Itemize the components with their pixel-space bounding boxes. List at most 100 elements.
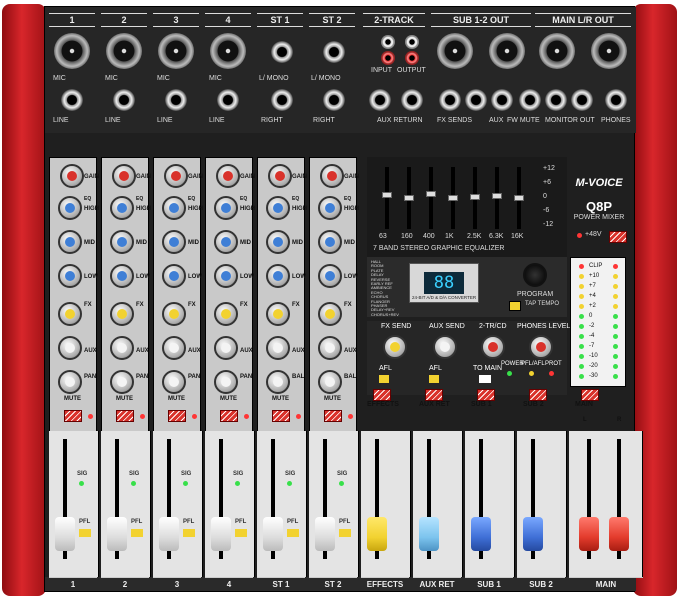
st2-right-jack[interactable] <box>323 89 345 111</box>
eq-mid-knob[interactable] <box>318 230 342 254</box>
channel-fader[interactable] <box>263 517 283 551</box>
eq-low-knob[interactable] <box>110 264 134 288</box>
pfl-button[interactable] <box>183 529 195 537</box>
eq-high-knob[interactable] <box>162 196 186 220</box>
2track-in-r[interactable] <box>381 51 395 65</box>
aux-return-r[interactable] <box>401 89 423 111</box>
geq-slider-2.5K[interactable] <box>470 167 480 229</box>
line-input-3[interactable] <box>165 89 187 111</box>
st1-right-jack[interactable] <box>271 89 293 111</box>
eq-low-knob[interactable] <box>318 264 342 288</box>
line-input-1[interactable] <box>61 89 83 111</box>
eq-high-knob[interactable] <box>214 196 238 220</box>
eq-low-knob[interactable] <box>58 264 82 288</box>
eq-low-knob[interactable] <box>266 264 290 288</box>
main-l-fader[interactable] <box>579 517 599 551</box>
mute-button[interactable] <box>64 410 82 422</box>
aux-knob[interactable] <box>58 336 82 360</box>
eq-high-knob[interactable] <box>58 196 82 220</box>
geq-slider-16K[interactable] <box>514 167 524 229</box>
st1-left-jack[interactable] <box>271 41 293 63</box>
mic-input-4[interactable] <box>210 33 246 69</box>
monitor-out-l[interactable] <box>545 89 567 111</box>
pan-knob[interactable] <box>110 370 134 394</box>
fw-mute-jack[interactable] <box>491 89 513 111</box>
fx-send-knob[interactable] <box>383 335 407 359</box>
geq-slider-cap[interactable] <box>470 193 480 200</box>
sub2-out-xlr[interactable] <box>489 33 525 69</box>
bus-mute-button[interactable] <box>425 389 443 401</box>
fx-knob[interactable] <box>58 302 82 326</box>
gain-knob[interactable] <box>164 164 188 188</box>
geq-slider-cap[interactable] <box>448 195 458 201</box>
monitor-out-r[interactable] <box>571 89 593 111</box>
geq-slider-cap[interactable] <box>514 195 524 201</box>
geq-slider-cap[interactable] <box>404 195 414 201</box>
aux-return-l[interactable] <box>369 89 391 111</box>
aux-afl-button[interactable] <box>429 375 439 383</box>
fx-knob[interactable] <box>162 302 186 326</box>
mic-input-1[interactable] <box>54 33 90 69</box>
channel-fader[interactable] <box>315 517 335 551</box>
aux-knob[interactable] <box>214 336 238 360</box>
pan-knob[interactable] <box>162 370 186 394</box>
aux-send-jack[interactable] <box>465 89 487 111</box>
st2-left-jack[interactable] <box>323 41 345 63</box>
aux-knob[interactable] <box>110 336 134 360</box>
mute-button[interactable] <box>220 410 238 422</box>
2track-in-l[interactable] <box>381 35 395 49</box>
geq-slider-cap[interactable] <box>382 192 392 199</box>
eq-low-knob[interactable] <box>162 264 186 288</box>
gain-knob[interactable] <box>112 164 136 188</box>
channel-fader[interactable] <box>159 517 179 551</box>
eq-mid-knob[interactable] <box>214 230 238 254</box>
pan-knob[interactable] <box>318 370 342 394</box>
gain-knob[interactable] <box>60 164 84 188</box>
to-main-button[interactable] <box>479 375 491 383</box>
bus-fader[interactable] <box>471 517 491 551</box>
geq-slider-cap[interactable] <box>426 190 436 197</box>
mute-button[interactable] <box>116 410 134 422</box>
pan-knob[interactable] <box>214 370 238 394</box>
fx-afl-button[interactable] <box>379 375 389 383</box>
pfl-button[interactable] <box>339 529 351 537</box>
bus-mute-button[interactable] <box>581 389 599 401</box>
main-l-out-xlr[interactable] <box>539 33 575 69</box>
geq-slider-cap[interactable] <box>492 192 502 199</box>
geq-slider-160[interactable] <box>404 167 414 229</box>
bus-fader[interactable] <box>367 517 387 551</box>
sub1-out-xlr[interactable] <box>437 33 473 69</box>
eq-mid-knob[interactable] <box>58 230 82 254</box>
geq-slider-63[interactable] <box>382 167 392 229</box>
aux-send-knob[interactable] <box>433 335 457 359</box>
bus-mute-button[interactable] <box>373 389 391 401</box>
fx-knob[interactable] <box>318 302 342 326</box>
2track-out-l[interactable] <box>405 35 419 49</box>
bus-fader[interactable] <box>419 517 439 551</box>
eq-high-knob[interactable] <box>110 196 134 220</box>
eq-low-knob[interactable] <box>214 264 238 288</box>
mute-button[interactable] <box>272 410 290 422</box>
channel-fader[interactable] <box>211 517 231 551</box>
pfl-button[interactable] <box>131 529 143 537</box>
aux-knob[interactable] <box>162 336 186 360</box>
aux-jack[interactable] <box>519 89 541 111</box>
phones-level-knob[interactable] <box>529 335 553 359</box>
eq-mid-knob[interactable] <box>110 230 134 254</box>
aux-knob[interactable] <box>266 336 290 360</box>
phantom-button[interactable] <box>609 231 627 243</box>
fx-knob[interactable] <box>214 302 238 326</box>
bus-mute-button[interactable] <box>529 389 547 401</box>
tap-tempo-button[interactable] <box>509 301 521 311</box>
eq-mid-knob[interactable] <box>266 230 290 254</box>
eq-mid-knob[interactable] <box>162 230 186 254</box>
gain-knob[interactable] <box>216 164 240 188</box>
main-r-out-xlr[interactable] <box>591 33 627 69</box>
main-r-fader[interactable] <box>609 517 629 551</box>
pan-knob[interactable] <box>266 370 290 394</box>
mic-input-2[interactable] <box>106 33 142 69</box>
fx-send-jack[interactable] <box>439 89 461 111</box>
mic-input-3[interactable] <box>158 33 194 69</box>
phones-jack[interactable] <box>605 89 627 111</box>
channel-fader[interactable] <box>55 517 75 551</box>
